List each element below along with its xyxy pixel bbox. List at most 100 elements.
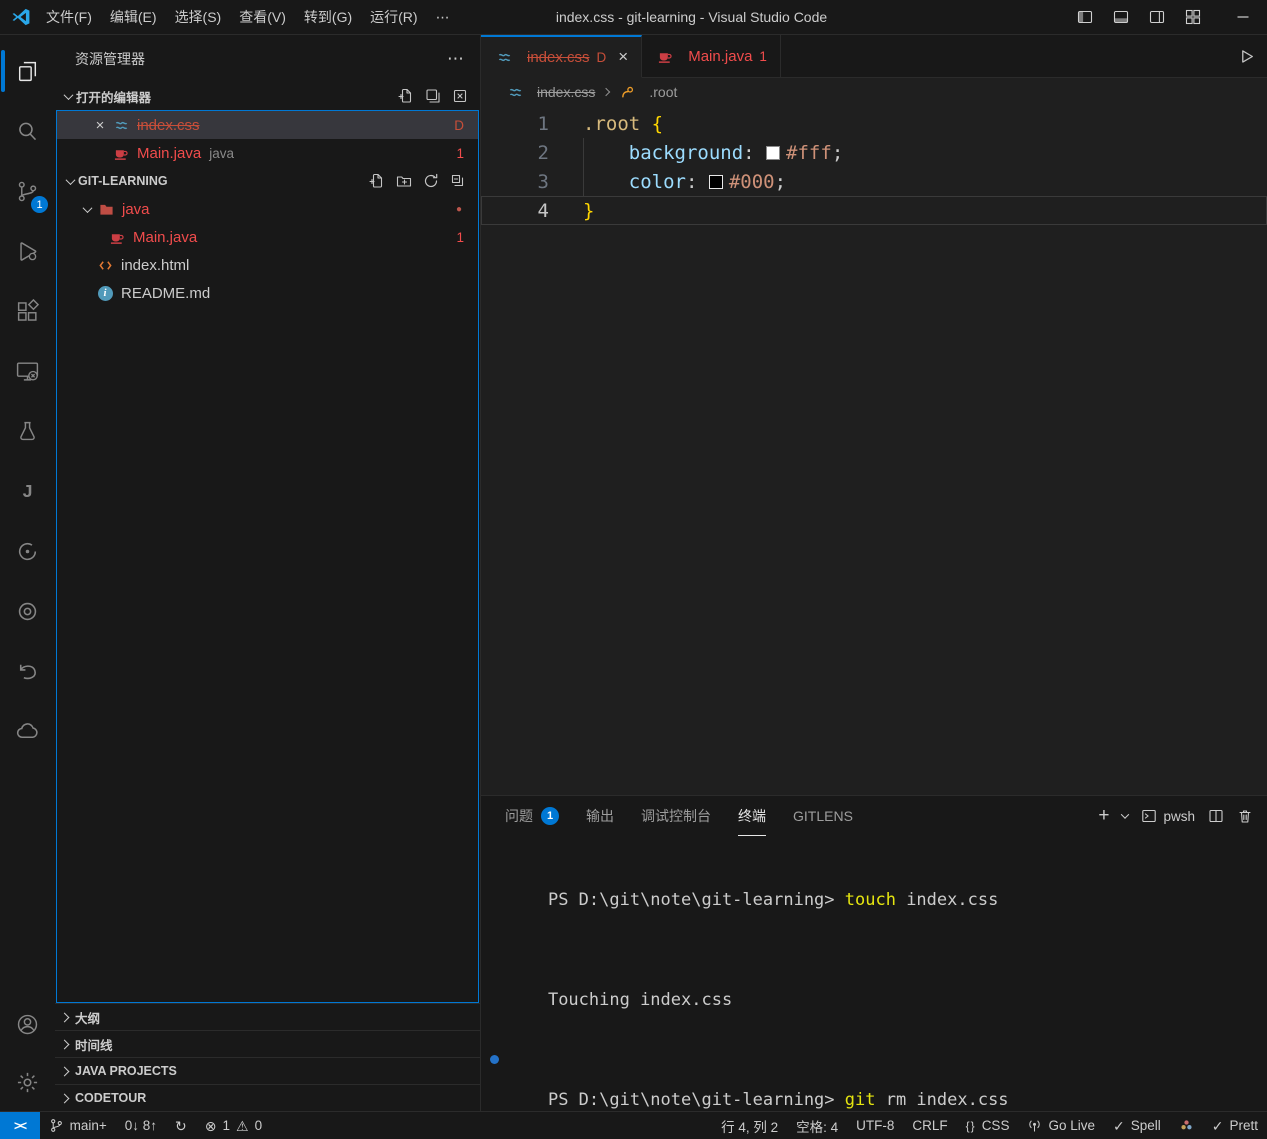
chevron-right-icon bbox=[602, 88, 610, 96]
open-editor-item[interactable]: × index.css D bbox=[57, 111, 478, 139]
status-remote-indicator[interactable]: >< bbox=[0, 1112, 40, 1139]
activity-bar-item-accounts[interactable] bbox=[0, 995, 55, 1053]
remote-icon: >< bbox=[14, 1119, 26, 1133]
menu-item[interactable]: 选择(S) bbox=[166, 0, 231, 34]
tree-item-file[interactable]: index.html bbox=[57, 251, 478, 279]
files-icon bbox=[15, 59, 40, 84]
tab-decoration: 1 bbox=[759, 49, 767, 64]
sidebar-section-header[interactable]: CODETOUR bbox=[55, 1084, 480, 1111]
breadcrumb-item[interactable]: index.css bbox=[505, 84, 595, 100]
activity-bar-item-search[interactable] bbox=[0, 101, 55, 161]
tab-label: index.css bbox=[527, 49, 590, 66]
new-file-icon[interactable] bbox=[369, 173, 385, 189]
bottom-panel: 问题 1 输出 调试控制台 终端 GITLENS + pwsh bbox=[481, 795, 1267, 1111]
toggle-primary-sidebar-icon[interactable] bbox=[1077, 9, 1093, 25]
toggle-panel-icon[interactable] bbox=[1113, 9, 1129, 25]
code-line: 1 .root { bbox=[481, 109, 1267, 138]
activity-bar-item-target[interactable] bbox=[0, 581, 55, 641]
menu-item[interactable]: 运行(R) bbox=[361, 0, 426, 34]
panel-tab[interactable]: GITLENS bbox=[793, 796, 853, 836]
views-more-actions-button[interactable]: ⋯ bbox=[447, 54, 464, 64]
terminal-profile[interactable]: pwsh bbox=[1141, 808, 1195, 824]
section-label: JAVA PROJECTS bbox=[75, 1064, 177, 1078]
close-icon[interactable]: × bbox=[89, 117, 111, 134]
panel-actions: + pwsh bbox=[1098, 808, 1253, 824]
symbol-class-icon bbox=[617, 85, 637, 100]
panel-tab[interactable]: 调试控制台 bbox=[641, 796, 711, 836]
curved-arrow-icon bbox=[15, 659, 40, 684]
activity-bar-item-run-debug[interactable] bbox=[0, 221, 55, 281]
split-terminal-icon[interactable] bbox=[1208, 808, 1224, 824]
activity-bar-item-testing[interactable] bbox=[0, 401, 55, 461]
new-terminal-icon[interactable]: + bbox=[1098, 810, 1109, 822]
refresh-icon[interactable] bbox=[423, 173, 439, 189]
terminal-line: PS D:\git\note\git-learning> git rm inde… bbox=[507, 1050, 1267, 1139]
terminal-profile-dropdown-icon[interactable] bbox=[1121, 810, 1129, 818]
line-number: 2 bbox=[481, 142, 549, 164]
tree-item-file[interactable]: Main.java 1 bbox=[57, 223, 478, 251]
modified-dot: ● bbox=[456, 204, 462, 215]
readme-info-icon: i bbox=[95, 286, 115, 301]
breadcrumb-item[interactable]: .root bbox=[617, 84, 677, 100]
tree-item-folder[interactable]: java ● bbox=[57, 195, 478, 223]
command-decoration-icon[interactable] bbox=[490, 1055, 499, 1064]
save-all-icon[interactable] bbox=[425, 88, 441, 104]
status-sync-button[interactable]: ↻ bbox=[166, 1112, 196, 1139]
color-swatch[interactable] bbox=[766, 146, 780, 160]
search-icon bbox=[15, 119, 40, 144]
toggle-secondary-sidebar-icon[interactable] bbox=[1149, 9, 1165, 25]
close-all-editors-icon[interactable] bbox=[452, 88, 468, 104]
open-editors-header[interactable]: 打开的编辑器 bbox=[55, 82, 480, 110]
activity-bar-item-remote-explorer[interactable] bbox=[0, 341, 55, 401]
activity-bar-item-settings[interactable] bbox=[0, 1053, 55, 1111]
status-sync-changes[interactable]: 0↓ 8↑ bbox=[116, 1112, 166, 1139]
activity-bar-item-codetour[interactable] bbox=[0, 641, 55, 701]
css-file-icon bbox=[505, 85, 525, 100]
panel-tab[interactable]: 问题 1 bbox=[505, 796, 559, 836]
new-folder-icon[interactable] bbox=[396, 173, 412, 189]
status-git-branch[interactable]: main+ bbox=[40, 1112, 116, 1139]
color-swatch[interactable] bbox=[709, 175, 723, 189]
panel-tab[interactable]: 输出 bbox=[586, 796, 614, 836]
open-editor-item[interactable]: Main.java java 1 bbox=[57, 139, 478, 167]
run-file-button[interactable] bbox=[1238, 48, 1255, 65]
menu-item[interactable]: 文件(F) bbox=[37, 0, 101, 34]
sidebar-section-header[interactable]: 大纲 bbox=[55, 1003, 480, 1030]
status-problems[interactable]: ⊗1⚠0 bbox=[196, 1112, 271, 1139]
panel-tab[interactable]: 终端 bbox=[738, 796, 766, 836]
new-untitled-file-icon[interactable] bbox=[398, 88, 414, 104]
activity-bar-item-source-control[interactable]: 1 bbox=[0, 161, 55, 221]
java-file-icon bbox=[111, 146, 131, 161]
close-icon[interactable]: × bbox=[618, 52, 628, 62]
activity-bar-item-gradle[interactable] bbox=[0, 521, 55, 581]
kill-terminal-icon[interactable] bbox=[1237, 808, 1253, 824]
line-number: 1 bbox=[481, 113, 549, 135]
beaker-icon bbox=[15, 419, 40, 444]
activity-bar-item-docker[interactable] bbox=[0, 701, 55, 761]
activity-bar-item-explorer[interactable] bbox=[0, 41, 55, 101]
workspace-folder-label: GIT-LEARNING bbox=[78, 174, 168, 188]
sidebar-section-header[interactable]: JAVA PROJECTS bbox=[55, 1057, 480, 1084]
code-editor[interactable]: 1 .root { 2 background: #fff; 3 color: #… bbox=[481, 106, 1267, 795]
workspace-folder-header[interactable]: GIT-LEARNING bbox=[57, 167, 478, 195]
sidebar-section-header[interactable]: 时间线 bbox=[55, 1030, 480, 1057]
explorer-empty-space[interactable] bbox=[57, 307, 478, 1002]
menu-item[interactable]: 查看(V) bbox=[230, 0, 295, 34]
minimize-icon[interactable] bbox=[1235, 9, 1251, 25]
menu-item[interactable]: 编辑(E) bbox=[101, 0, 166, 34]
tree-item-file[interactable]: i README.md bbox=[57, 279, 478, 307]
terminal[interactable]: PS D:\git\note\git-learning> touch index… bbox=[481, 836, 1267, 1139]
breadcrumb: index.css .root bbox=[481, 78, 1267, 106]
menu-item[interactable]: 转到(G) bbox=[295, 0, 361, 34]
open-editors-actions bbox=[398, 88, 468, 104]
explorer-actions bbox=[369, 173, 466, 189]
editor-tab[interactable]: index.css D × bbox=[481, 35, 642, 78]
customize-layout-icon[interactable] bbox=[1185, 9, 1201, 25]
menu-more-button[interactable]: ⋯ bbox=[427, 0, 459, 34]
activity-bar-item-java[interactable]: J bbox=[0, 461, 55, 521]
breadcrumb-label: .root bbox=[649, 84, 677, 100]
collapse-folders-icon[interactable] bbox=[450, 173, 466, 189]
editor-tab[interactable]: Main.java 1 bbox=[642, 35, 781, 78]
sidebar-title: 资源管理器 bbox=[75, 49, 145, 69]
activity-bar-item-extensions[interactable] bbox=[0, 281, 55, 341]
